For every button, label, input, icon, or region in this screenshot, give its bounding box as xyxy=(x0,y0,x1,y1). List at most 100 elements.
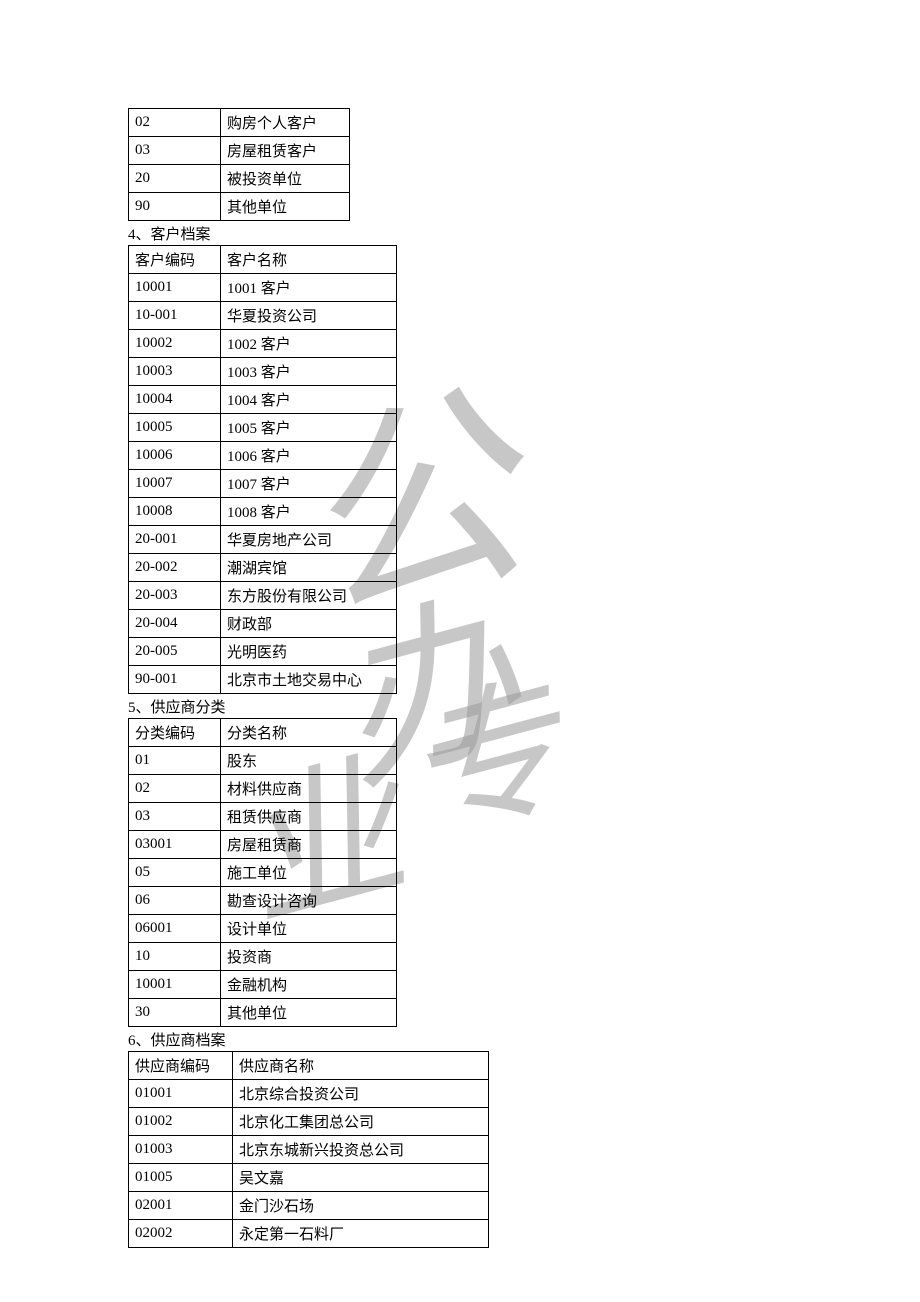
table-cell-name: 1007 客户 xyxy=(221,470,397,498)
table-cell-code: 03 xyxy=(129,137,221,165)
table-supplier-file: 供应商编码供应商名称01001北京综合投资公司01002北京化工集团总公司010… xyxy=(128,1051,489,1248)
table-cell-name: 股东 xyxy=(221,747,397,775)
table-cell-name: 永定第一石料厂 xyxy=(233,1220,489,1248)
table-cell-name: 北京综合投资公司 xyxy=(233,1080,489,1108)
table-cell-name: 光明医药 xyxy=(221,638,397,666)
table-cell-code: 02 xyxy=(129,775,221,803)
table-row: 01002北京化工集团总公司 xyxy=(129,1108,489,1136)
table-cell-code: 20 xyxy=(129,165,221,193)
table-cell-code: 20-003 xyxy=(129,582,221,610)
table-row: 100051005 客户 xyxy=(129,414,397,442)
table-cell-name: 1005 客户 xyxy=(221,414,397,442)
table-row: 100011001 客户 xyxy=(129,274,397,302)
table-cell-name: 1003 客户 xyxy=(221,358,397,386)
table-cell-name: 施工单位 xyxy=(221,859,397,887)
table-cell-name: 房屋租赁商 xyxy=(221,831,397,859)
table-cell-code: 06001 xyxy=(129,915,221,943)
table-cell-code: 02 xyxy=(129,109,221,137)
table-cell-code: 20-004 xyxy=(129,610,221,638)
table-row: 03房屋租赁客户 xyxy=(129,137,350,165)
table-header-cell: 分类编码 xyxy=(129,719,221,747)
section-title-supplier-file: 6、供应商档案 xyxy=(128,1029,920,1050)
table-cell-name: 1002 客户 xyxy=(221,330,397,358)
section-title-customer-file: 4、客户档案 xyxy=(128,223,920,244)
table-cell-name: 租赁供应商 xyxy=(221,803,397,831)
table-cell-name: 北京市土地交易中心 xyxy=(221,666,397,694)
table-row: 100081008 客户 xyxy=(129,498,397,526)
table-cell-code: 03 xyxy=(129,803,221,831)
table-row: 01股东 xyxy=(129,747,397,775)
table-row: 02购房个人客户 xyxy=(129,109,350,137)
table-row: 10001金融机构 xyxy=(129,971,397,999)
table-cell-name: 吴文嘉 xyxy=(233,1164,489,1192)
table-cell-code: 10007 xyxy=(129,470,221,498)
table-cell-code: 20-002 xyxy=(129,554,221,582)
table-supplier-category: 分类编码分类名称01股东02材料供应商03租赁供应商03001房屋租赁商05施工… xyxy=(128,718,397,1027)
table-cell-name: 华夏投资公司 xyxy=(221,302,397,330)
table-cell-name: 北京东城新兴投资总公司 xyxy=(233,1136,489,1164)
table-cell-code: 30 xyxy=(129,999,221,1027)
table-row: 02001金门沙石场 xyxy=(129,1192,489,1220)
table-row: 20-002潮湖宾馆 xyxy=(129,554,397,582)
table-cell-name: 其他单位 xyxy=(221,193,350,221)
table-customer-file: 客户编码客户名称100011001 客户10-001华夏投资公司10002100… xyxy=(128,245,397,694)
table-cell-name: 1008 客户 xyxy=(221,498,397,526)
table-row: 03租赁供应商 xyxy=(129,803,397,831)
table-cell-code: 20-001 xyxy=(129,526,221,554)
table-cell-name: 1004 客户 xyxy=(221,386,397,414)
table-cell-code: 10004 xyxy=(129,386,221,414)
table-cell-code: 10-001 xyxy=(129,302,221,330)
table-cell-code: 90 xyxy=(129,193,221,221)
table-header-cell: 供应商名称 xyxy=(233,1052,489,1080)
table-cell-code: 10003 xyxy=(129,358,221,386)
table-cell-code: 01005 xyxy=(129,1164,233,1192)
table-cell-code: 01003 xyxy=(129,1136,233,1164)
table-row: 100021002 客户 xyxy=(129,330,397,358)
table-prefix: 02购房个人客户03房屋租赁客户20被投资单位90其他单位 xyxy=(128,108,350,221)
table-cell-name: 财政部 xyxy=(221,610,397,638)
table-row: 01001北京综合投资公司 xyxy=(129,1080,489,1108)
table-header-cell: 分类名称 xyxy=(221,719,397,747)
table-cell-code: 03001 xyxy=(129,831,221,859)
table-row: 06勘查设计咨询 xyxy=(129,887,397,915)
table-cell-name: 购房个人客户 xyxy=(221,109,350,137)
table-row: 20-003东方股份有限公司 xyxy=(129,582,397,610)
table-cell-name: 投资商 xyxy=(221,943,397,971)
table-cell-code: 02002 xyxy=(129,1220,233,1248)
table-cell-code: 90-001 xyxy=(129,666,221,694)
table-cell-name: 1006 客户 xyxy=(221,442,397,470)
table-cell-name: 材料供应商 xyxy=(221,775,397,803)
table-cell-name: 华夏房地产公司 xyxy=(221,526,397,554)
table-cell-code: 10002 xyxy=(129,330,221,358)
table-header-cell: 客户编码 xyxy=(129,246,221,274)
table-header-cell: 供应商编码 xyxy=(129,1052,233,1080)
table-row: 10-001华夏投资公司 xyxy=(129,302,397,330)
table-row: 02002永定第一石料厂 xyxy=(129,1220,489,1248)
table-header-row: 分类编码分类名称 xyxy=(129,719,397,747)
table-row: 100031003 客户 xyxy=(129,358,397,386)
table-cell-code: 01002 xyxy=(129,1108,233,1136)
table-row: 100041004 客户 xyxy=(129,386,397,414)
table-row: 03001房屋租赁商 xyxy=(129,831,397,859)
table-row: 20-004财政部 xyxy=(129,610,397,638)
table-row: 90-001北京市土地交易中心 xyxy=(129,666,397,694)
table-row: 100071007 客户 xyxy=(129,470,397,498)
section-title-supplier-category: 5、供应商分类 xyxy=(128,696,920,717)
table-cell-code: 10005 xyxy=(129,414,221,442)
table-cell-name: 1001 客户 xyxy=(221,274,397,302)
table-cell-name: 北京化工集团总公司 xyxy=(233,1108,489,1136)
table-cell-code: 01 xyxy=(129,747,221,775)
table-cell-code: 10006 xyxy=(129,442,221,470)
table-cell-code: 10 xyxy=(129,943,221,971)
table-cell-name: 金门沙石场 xyxy=(233,1192,489,1220)
table-header-cell: 客户名称 xyxy=(221,246,397,274)
table-row: 20被投资单位 xyxy=(129,165,350,193)
table-cell-name: 金融机构 xyxy=(221,971,397,999)
table-cell-code: 10008 xyxy=(129,498,221,526)
table-row: 20-005光明医药 xyxy=(129,638,397,666)
table-cell-code: 10001 xyxy=(129,971,221,999)
table-cell-code: 05 xyxy=(129,859,221,887)
table-row: 01003北京东城新兴投资总公司 xyxy=(129,1136,489,1164)
table-row: 01005吴文嘉 xyxy=(129,1164,489,1192)
table-row: 100061006 客户 xyxy=(129,442,397,470)
